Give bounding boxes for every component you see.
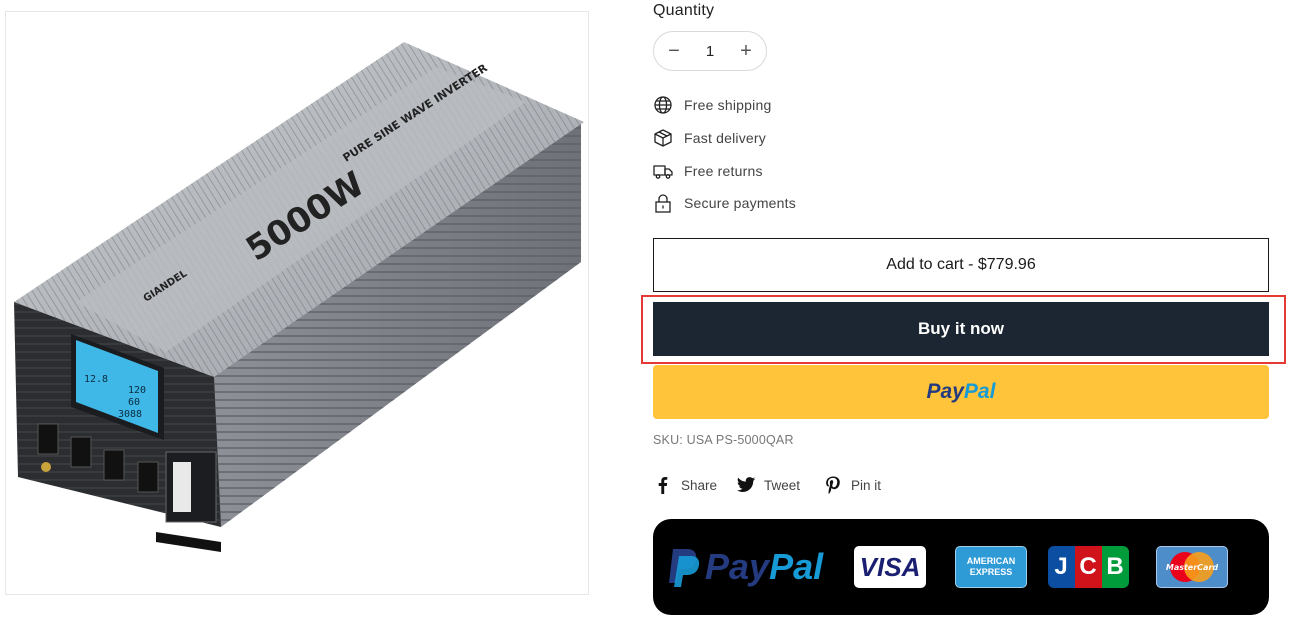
buy-it-now-button[interactable]: Buy it now [653,302,1269,356]
svg-text:60: 60 [128,397,140,408]
paypal-checkout-button[interactable]: Pay Pal [653,365,1269,419]
quantity-label: Quantity [653,2,715,19]
quantity-stepper[interactable]: − 1 + [653,31,767,71]
lock-icon [653,193,673,213]
facebook-icon [653,475,673,495]
paypal-p-icon [669,549,700,587]
visa-card-icon: VISA [854,546,926,588]
amex-line2: EXPRESS [969,567,1013,577]
truck-icon [653,161,673,181]
globe-icon [653,95,673,115]
amex-card-icon: AMERICAN EXPRESS [955,546,1027,588]
feature-free-returns: Free returns [653,160,763,182]
svg-text:3088: 3088 [118,409,142,420]
feature-label: Fast delivery [684,130,766,146]
svg-text:12.8: 12.8 [84,374,108,385]
feature-secure-payments: Secure payments [653,192,796,214]
mastercard-circles-icon: MasterCard [1166,552,1219,582]
quantity-decrement-button[interactable]: − [664,41,684,61]
jcb-letter-j: J [1047,546,1075,588]
jcb-letter-c: C [1074,546,1102,588]
svg-text:120: 120 [128,385,146,396]
paypal-wordmark-pay: Pay [705,546,770,587]
paypal-logo: PayPal [667,546,824,587]
share-label: Tweet [764,477,801,493]
add-to-cart-button[interactable]: Add to cart - $779.96 [653,238,1269,292]
box-icon [653,128,673,148]
feature-label: Free returns [684,163,763,179]
share-twitter-link[interactable]: Tweet [736,474,800,496]
mastercard-text: MasterCard [1166,563,1219,572]
paypal-wordmark-pay: Pay [926,380,964,403]
paypal-wordmark-pal: Pal [769,546,824,587]
share-label: Share [681,477,718,493]
jcb-card-icon: J C B [1047,546,1129,588]
twitter-icon [736,475,756,495]
product-image[interactable]: 5000W PURE SINE WAVE INVERTER GIANDEL 12… [5,11,589,595]
share-label: Pin it [851,477,882,493]
amex-line1: AMERICAN [966,556,1016,566]
feature-label: Free shipping [684,97,772,113]
feature-label: Secure payments [684,195,796,211]
payment-methods-banner: PayPal VISA AMERICAN EXPRESS J C B Maste… [653,519,1269,615]
inverter-illustration: 5000W PURE SINE WAVE INVERTER GIANDEL 12… [14,42,584,552]
jcb-letter-b: B [1101,546,1129,588]
quantity-value[interactable]: 1 [706,43,714,60]
feature-fast-delivery: Fast delivery [653,127,766,149]
quantity-increment-button[interactable]: + [736,41,756,61]
feature-free-shipping: Free shipping [653,94,771,116]
paypal-wordmark-pal: Pal [963,380,996,403]
sku-text: SKU: USA PS-5000QAR [653,433,794,447]
mastercard-card-icon: MasterCard [1156,546,1228,588]
pinterest-icon [823,475,843,495]
share-pinterest-link[interactable]: Pin it [823,474,881,496]
share-facebook-link[interactable]: Share [653,474,717,496]
